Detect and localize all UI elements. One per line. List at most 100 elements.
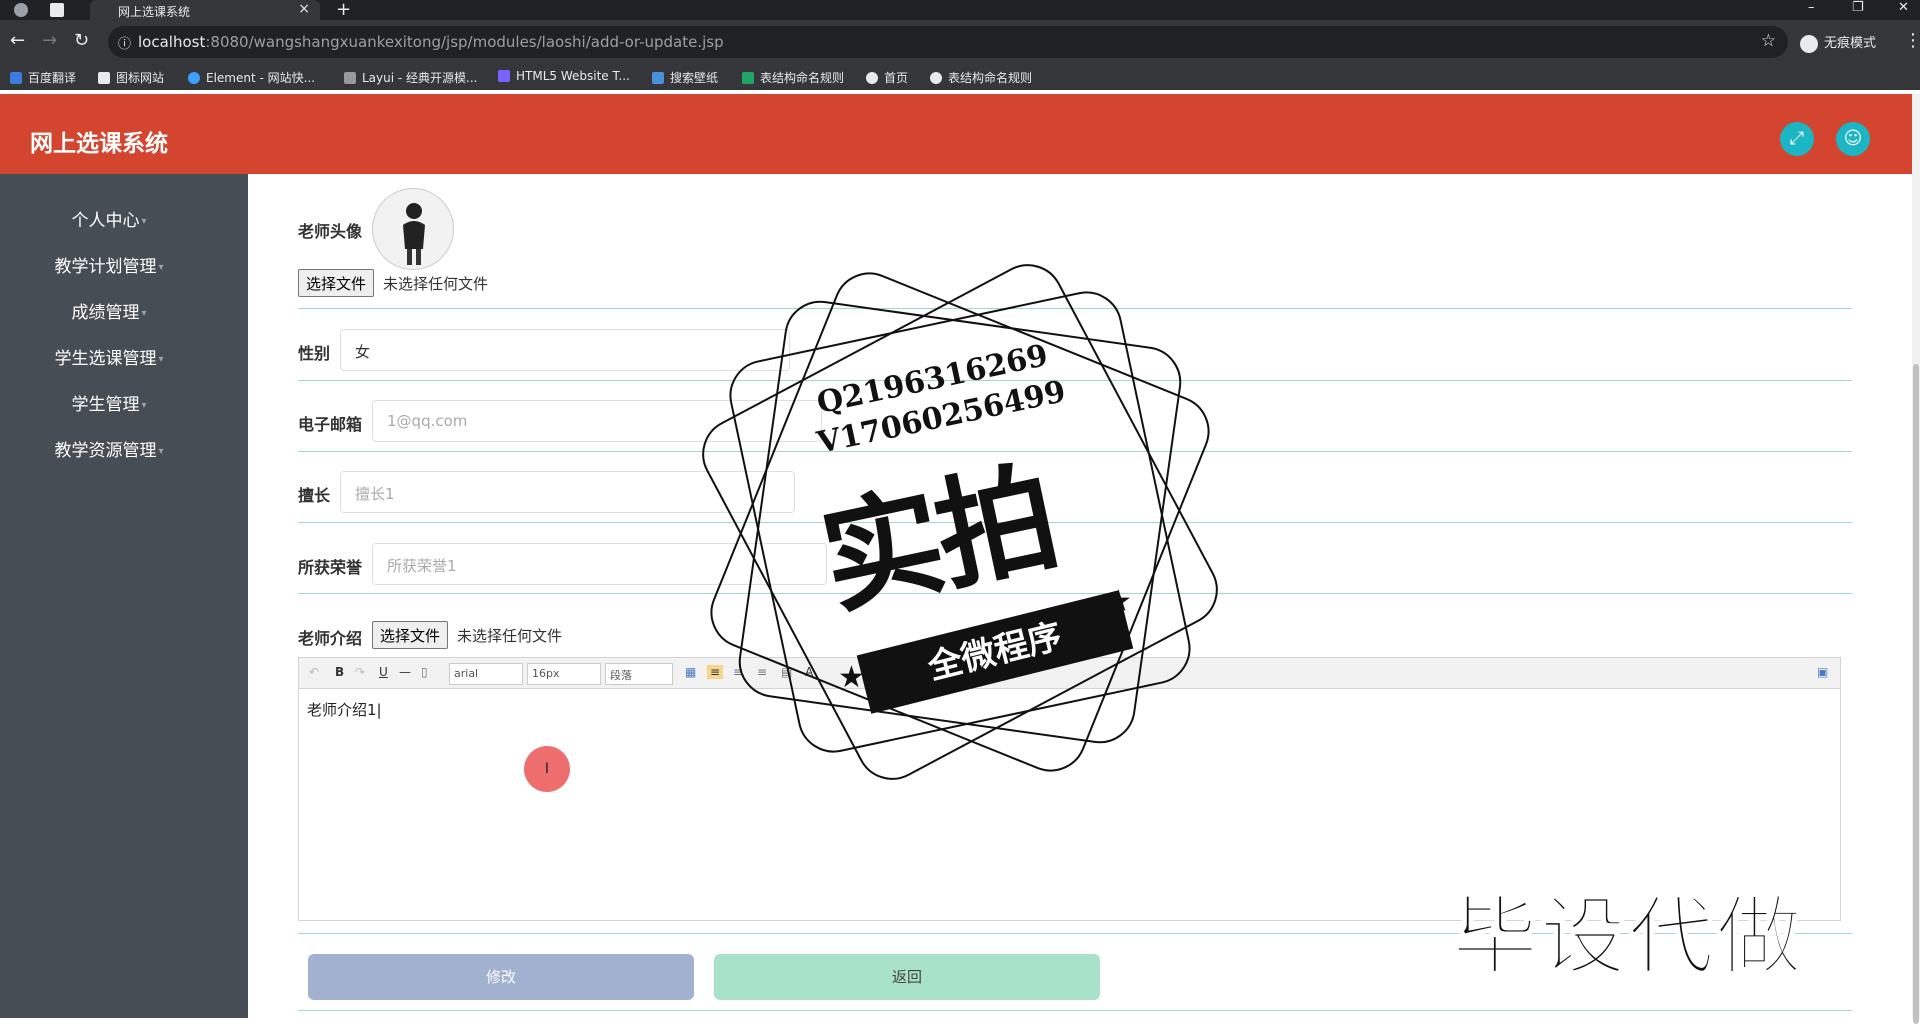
horizontal-rule-icon[interactable]: — [399,665,411,679]
reload-icon[interactable]: ↻ [74,30,89,51]
tab-title: 网上选课系统 [118,5,191,19]
fullscreen-editor-icon[interactable]: ▣ [1817,665,1828,679]
paste-icon[interactable]: ▯ [421,665,428,679]
bookmark-label: Element - 网站快... [206,71,316,85]
undo-icon[interactable]: ↶ [309,665,319,679]
bookmark-label: 表结构命名规则 [760,71,845,85]
sidebar-item-course-selection[interactable]: 学生选课管理 ▾ [0,344,218,369]
chevron-down-icon: ▾ [158,353,164,365]
watermark-corner-text: 毕设代做 [1451,886,1804,988]
sidebar: 个人中心 ▾ 教学计划管理 ▾ 成绩管理 ▾ 学生选课管理 ▾ 学生管理 ▾ 教学资源管理… [0,174,248,1018]
editor-content: 老师介绍1 [307,701,377,719]
sidebar-item-grades[interactable]: 成绩管理 ▾ [0,298,218,323]
intro-label: 老师介绍 [298,629,363,648]
sidebar-item-label: 教学计划管理 [54,257,157,277]
sidebar-item-teaching-plan[interactable]: 教学计划管理 ▾ [0,252,218,277]
browser-menu-icon[interactable]: ⋮ [1904,30,1920,51]
bookmark-item[interactable]: 图标网站 [98,69,164,86]
bookmark-item[interactable]: Element - 网站快... [188,69,315,86]
site-info-icon[interactable]: ⓘ [118,33,131,52]
redo-icon[interactable]: ↷ [355,665,365,679]
gender-label: 性别 [298,344,331,363]
divider [298,1010,1852,1011]
flag-icon [98,72,110,84]
page-scrollbar[interactable] [1912,94,1920,1024]
bold-icon[interactable]: B [335,665,344,679]
sidebar-item-students[interactable]: 学生管理 ▾ [0,390,218,415]
new-tab-icon[interactable]: + [336,0,351,20]
user-icon[interactable]: ☺ [1836,122,1870,156]
sidebar-item-label: 个人中心 [71,211,140,231]
app-header: 网上选课系统 ⤢ ☺ [0,94,1912,174]
minimize-icon[interactable]: – [1808,0,1815,15]
address-bar: ← → ↻ ⓘ localhost:8080/wangshangxuankexi… [0,20,1920,64]
app-title: 网上选课系统 [30,131,168,157]
url-host: localhost [138,33,206,51]
avatar-choose-file-button[interactable]: 选择文件 [298,269,375,297]
chevron-down-icon: ▾ [141,307,147,319]
scrollbar-thumb[interactable] [1913,364,1919,1024]
close-window-icon[interactable]: ✕ [1898,0,1909,15]
browser-tab-bar: 网上选课系统 × + – ❐ ✕ [0,0,1920,20]
forward-arrow-icon[interactable]: → [42,30,57,51]
browser-globe-icon[interactable] [14,3,28,17]
submit-button[interactable]: 修改 [308,954,694,1000]
bookmark-label: 表结构命名规则 [948,71,1033,85]
html5-icon [498,70,510,82]
sidebar-item-label: 学生选课管理 [54,349,157,369]
chevron-down-icon: ▾ [158,445,164,457]
bookmark-label: 首页 [884,71,909,85]
bookmark-label: 图标网站 [116,71,165,85]
email-label: 电子邮箱 [298,415,363,434]
teacher-avatar [372,188,454,270]
incognito-indicator[interactable]: 无痕模式 [1800,32,1876,53]
person-icon [403,203,425,265]
sidebar-item-label: 教学资源管理 [54,441,157,461]
bookmark-label: HTML5 Website T... [516,69,630,83]
chevron-down-icon: ▾ [158,261,164,273]
sheet-icon [742,72,754,84]
sidebar-item-label: 学生管理 [71,395,140,415]
incognito-icon [1800,34,1818,53]
bookmark-item[interactable]: 表结构命名规则 [930,69,1032,86]
intro-file-status: 未选择任何文件 [457,627,563,645]
bookmark-item[interactable]: HTML5 Website T... [498,69,630,83]
chevron-down-icon: ▾ [141,215,147,227]
star-icon: ★ [838,660,865,695]
url-path: :8080/wangshangxuankexitong/jsp/modules/… [205,33,724,51]
intro-choose-file-button[interactable]: 选择文件 [372,621,449,649]
chevron-down-icon: ▾ [141,399,147,411]
back-button[interactable]: 返回 [714,954,1100,1000]
font-size-select[interactable]: 16px [527,663,601,685]
back-arrow-icon[interactable]: ← [10,30,25,51]
underline-icon[interactable]: U [379,665,388,679]
translate-icon [10,72,22,84]
layui-icon [344,72,356,84]
watermark-stamp: Q2196316269 V17060256499 实拍 全微程序 ★ ★ [689,251,1231,793]
browser-tab[interactable]: 网上选课系统 × [90,0,320,20]
bookmark-label: 百度翻译 [28,71,77,85]
paragraph-select[interactable]: 段落 [605,663,673,685]
font-family-select[interactable]: arial [449,663,523,685]
bookmark-item[interactable]: 首页 [866,69,908,86]
bookmarks-bar: 百度翻译 图标网站 Element - 网站快... Layui - 经典开源模… [0,64,1920,90]
restore-icon[interactable]: ❐ [1852,0,1864,15]
browser-window-icon[interactable] [50,3,64,17]
specialty-label: 擅长 [298,486,331,505]
honors-label: 所获荣誉 [298,558,363,577]
bookmark-star-icon[interactable]: ☆ [1761,31,1776,51]
globe-icon [930,72,942,84]
close-tab-icon[interactable]: × [298,1,310,17]
bookmark-label: 搜索壁纸 [670,71,719,85]
url-input[interactable]: ⓘ localhost:8080/wangshangxuankexitong/j… [108,26,1788,58]
avatar-label: 老师头像 [298,222,363,241]
bookmark-item[interactable]: 搜索壁纸 [652,69,718,86]
fullscreen-icon[interactable]: ⤢ [1780,122,1814,156]
bookmark-item[interactable]: Layui - 经典开源模... [344,69,477,86]
sidebar-item-resources[interactable]: 教学资源管理 ▾ [0,436,218,461]
sidebar-item-personal-center[interactable]: 个人中心 ▾ [0,206,218,231]
star-icon: ★ [1105,584,1132,619]
bookmark-item[interactable]: 表结构命名规则 [742,69,844,86]
table-icon[interactable]: ▦ [685,665,696,679]
bookmark-item[interactable]: 百度翻译 [10,69,76,86]
